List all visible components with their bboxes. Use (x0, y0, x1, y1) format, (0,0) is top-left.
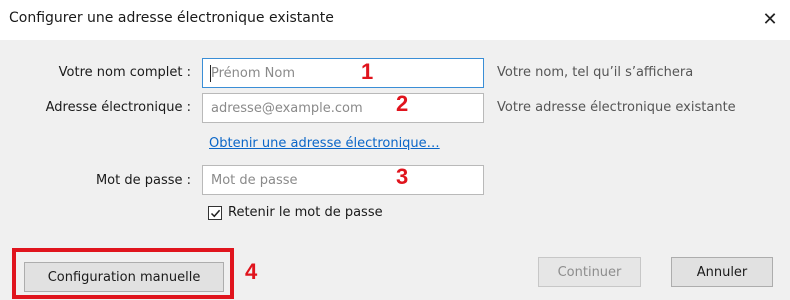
get-email-address-link[interactable]: Obtenir une adresse électronique… (209, 136, 440, 151)
continue-button[interactable]: Continuer (538, 257, 641, 287)
remember-password-checkbox[interactable] (208, 206, 222, 220)
dialog-titlebar: Configurer une adresse électronique exis… (0, 0, 790, 40)
step-number-1: 1 (361, 59, 374, 84)
step-number-4: 4 (245, 259, 258, 284)
full-name-label: Votre nom complet : (58, 65, 191, 80)
dialog-title: Configurer une adresse électronique exis… (9, 10, 334, 26)
close-icon[interactable]: ✕ (756, 6, 784, 32)
email-placeholder: adresse@example.com (211, 100, 363, 116)
email-hint: Votre adresse électronique existante (497, 100, 736, 115)
step-number-3: 3 (396, 164, 409, 189)
checkmark-icon (210, 209, 221, 218)
full-name-placeholder: Prénom Nom (211, 65, 295, 81)
manual-configuration-button[interactable]: Configuration manuelle (24, 262, 224, 292)
email-input[interactable]: adresse@example.com (202, 93, 484, 123)
full-name-hint: Votre nom, tel qu’il s’affichera (497, 65, 694, 80)
text-caret (210, 65, 211, 82)
password-label: Mot de passe : (95, 173, 191, 188)
password-input[interactable]: Mot de passe (202, 165, 484, 195)
email-label: Adresse électronique : (45, 100, 191, 115)
step-number-2: 2 (396, 91, 409, 116)
cancel-button[interactable]: Annuler (671, 257, 773, 287)
full-name-input[interactable]: Prénom Nom (202, 58, 484, 88)
password-placeholder: Mot de passe (211, 172, 298, 188)
remember-password-label: Retenir le mot de passe (228, 205, 383, 220)
